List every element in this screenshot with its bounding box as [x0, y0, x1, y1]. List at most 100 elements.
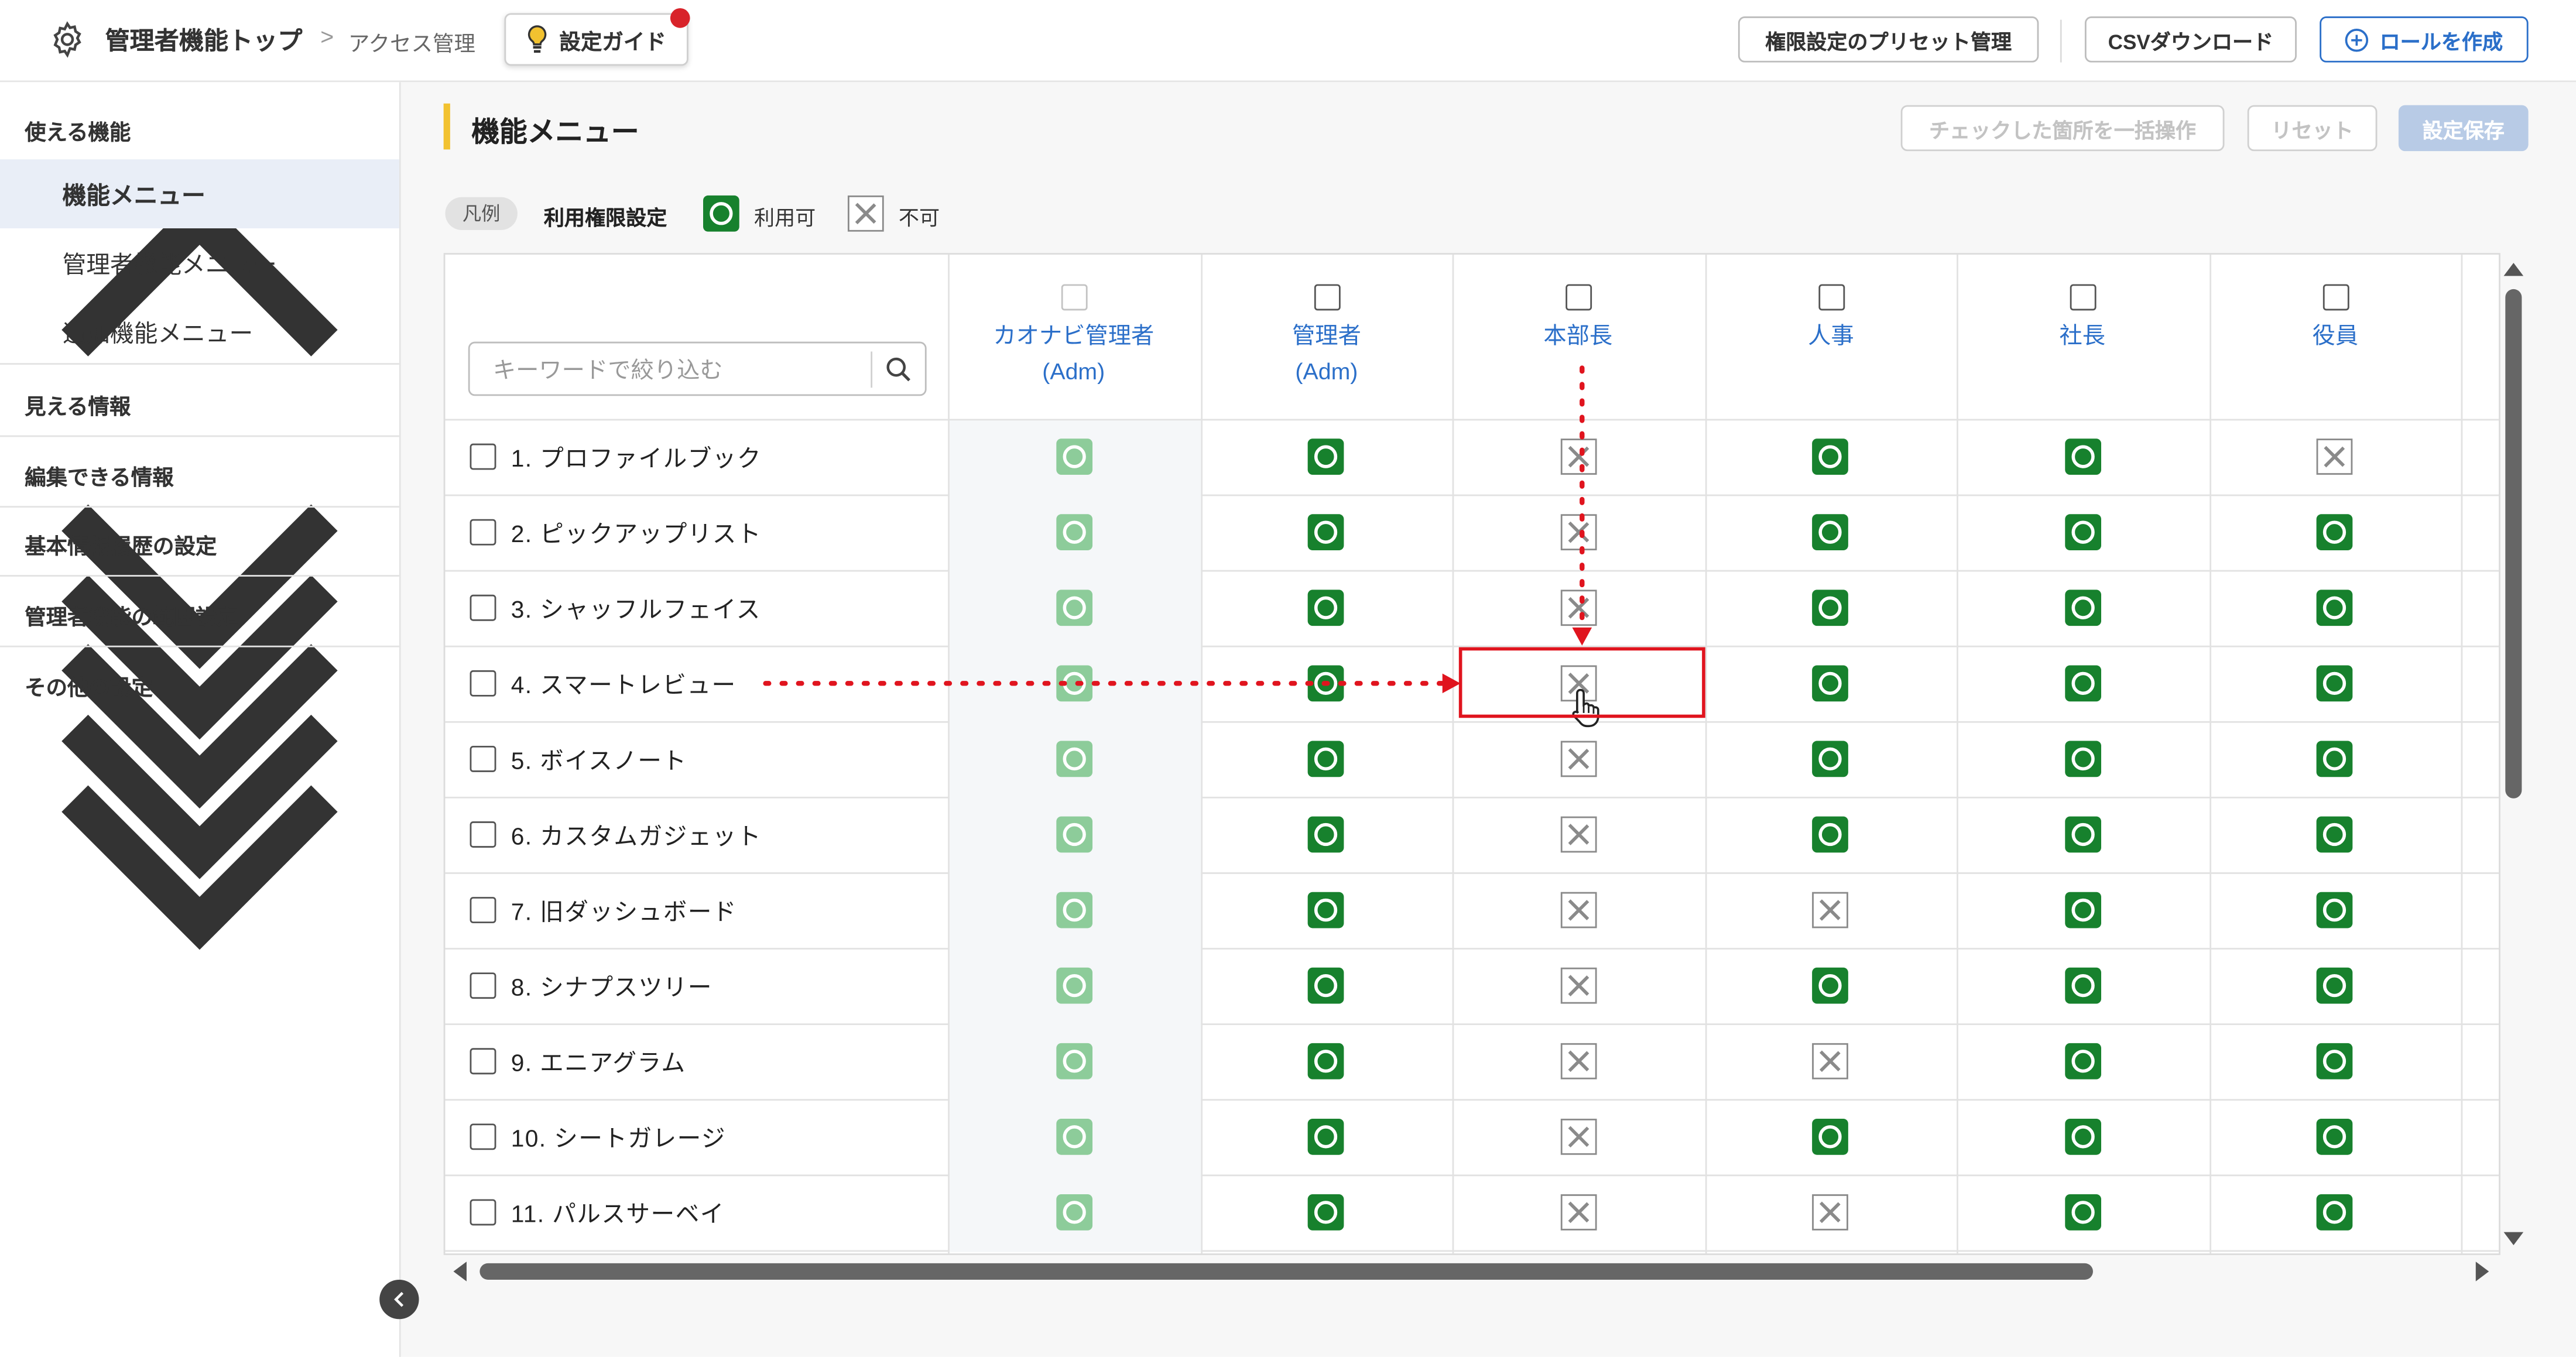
settings-guide-button[interactable]: 設定ガイド — [504, 13, 688, 66]
row-select-checkbox[interactable] — [470, 594, 496, 621]
permission-allowed-toggle[interactable] — [1812, 438, 1848, 475]
allowed-icon — [703, 195, 739, 232]
gear-icon[interactable] — [47, 20, 87, 59]
vertical-scrollbar[interactable] — [2505, 289, 2522, 799]
permission-denied-toggle[interactable] — [1812, 892, 1848, 928]
permission-allowed-toggle[interactable] — [1307, 741, 1344, 777]
row-select-checkbox[interactable] — [470, 443, 496, 470]
permission-denied-toggle[interactable] — [1812, 1043, 1848, 1080]
permission-denied-toggle[interactable] — [1560, 590, 1597, 626]
row-select-checkbox[interactable] — [470, 1123, 496, 1150]
permission-allowed-toggle[interactable] — [1307, 816, 1344, 853]
permission-denied-toggle[interactable] — [1560, 967, 1597, 1004]
column-select-checkbox[interactable] — [1314, 284, 1341, 311]
sidebar-item-feature-menu[interactable]: 機能メニュー — [0, 159, 399, 229]
permission-allowed-toggle[interactable] — [2065, 816, 2102, 853]
permission-allowed-toggle[interactable] — [1307, 438, 1344, 475]
sidebar-section-editable-info[interactable]: 編集できる情報 — [0, 438, 399, 740]
permission-allowed-toggle[interactable] — [2316, 1194, 2353, 1231]
permission-allowed-toggle[interactable] — [1307, 665, 1344, 702]
permission-allowed-toggle — [1056, 438, 1093, 475]
collapse-sidebar-button[interactable] — [379, 1279, 419, 1320]
permission-allowed-toggle[interactable] — [1812, 665, 1848, 702]
permission-allowed-toggle[interactable] — [1307, 1118, 1344, 1155]
permission-allowed-toggle[interactable] — [2316, 514, 2353, 551]
row-select-checkbox[interactable] — [470, 519, 496, 546]
permission-allowed-toggle[interactable] — [1812, 816, 1848, 853]
permission-allowed-toggle[interactable] — [1307, 514, 1344, 551]
permission-allowed-toggle[interactable] — [1812, 514, 1848, 551]
permission-allowed-toggle[interactable] — [1307, 1043, 1344, 1080]
permission-allowed-toggle[interactable] — [2065, 665, 2102, 702]
permission-allowed-toggle[interactable] — [2065, 514, 2102, 551]
permission-denied-toggle[interactable] — [1560, 1118, 1597, 1155]
column-select-checkbox[interactable] — [1566, 284, 1592, 311]
permission-allowed-toggle[interactable] — [2065, 590, 2102, 626]
row-select-checkbox[interactable] — [470, 821, 496, 848]
table-row: 9. エニアグラム — [445, 1023, 948, 1099]
sidebar-section-history-settings[interactable]: 基本情報履歴の設定 — [0, 508, 399, 809]
bulk-operation-button[interactable]: チェックした箇所を一括操作 — [1900, 105, 2225, 152]
permission-allowed-toggle[interactable] — [2065, 741, 2102, 777]
column-select-checkbox[interactable] — [1818, 284, 1845, 311]
permission-allowed-toggle[interactable] — [2065, 1118, 2102, 1155]
permission-denied-toggle[interactable] — [1560, 438, 1597, 475]
csv-download-button[interactable]: CSVダウンロード — [2084, 16, 2297, 63]
scroll-left-arrow[interactable] — [453, 1262, 467, 1281]
permission-allowed-toggle[interactable] — [2065, 1194, 2102, 1231]
sidebar-section-other-settings[interactable]: その他の設定 — [0, 649, 399, 950]
permission-denied-toggle[interactable] — [2316, 438, 2353, 475]
preset-management-button[interactable]: 権限設定のプリセット管理 — [1738, 16, 2039, 63]
scroll-right-arrow[interactable] — [2475, 1262, 2489, 1281]
permission-allowed-toggle[interactable] — [2065, 438, 2102, 475]
permission-allowed-toggle[interactable] — [2316, 665, 2353, 702]
row-select-checkbox[interactable] — [470, 745, 496, 772]
column-select-checkbox[interactable] — [2322, 284, 2349, 311]
permission-allowed-toggle[interactable] — [1812, 741, 1848, 777]
permission-allowed-toggle[interactable] — [1307, 967, 1344, 1004]
permission-allowed-toggle[interactable] — [2316, 892, 2353, 928]
scroll-up-arrow[interactable] — [2503, 262, 2524, 276]
row-select-checkbox[interactable] — [470, 1048, 496, 1075]
permission-allowed-toggle[interactable] — [1307, 892, 1344, 928]
save-settings-button[interactable]: 設定保存 — [2398, 105, 2529, 152]
permission-allowed-toggle[interactable] — [2065, 1043, 2102, 1080]
sidebar-section-admin-scope[interactable]: 管理者機能の範囲設定 — [0, 578, 399, 879]
permission-allowed-toggle[interactable] — [2316, 741, 2353, 777]
sidebar-item-additional-feature-menu[interactable]: 追加機能メニュー — [0, 297, 399, 366]
horizontal-scrollbar[interactable] — [479, 1263, 2093, 1280]
row-select-checkbox[interactable] — [470, 670, 496, 697]
permission-allowed-toggle[interactable] — [2316, 967, 2353, 1004]
permission-allowed-toggle[interactable] — [2316, 1043, 2353, 1080]
permission-denied-toggle[interactable] — [1560, 1043, 1597, 1080]
sidebar-section-visible-info[interactable]: 見える情報 — [0, 368, 399, 669]
permission-denied-toggle[interactable] — [1560, 741, 1597, 777]
keyword-search-input[interactable] — [470, 343, 868, 395]
reset-button[interactable]: リセット — [2247, 105, 2378, 152]
permission-denied-toggle[interactable] — [1812, 1194, 1848, 1231]
create-role-button[interactable]: ロールを作成 — [2320, 16, 2529, 63]
permission-denied-toggle[interactable] — [1560, 816, 1597, 853]
row-select-checkbox[interactable] — [470, 972, 496, 999]
breadcrumb-admin-top[interactable]: 管理者機能トップ — [105, 23, 303, 57]
sidebar-item-admin-feature-menu[interactable]: 管理者機能メニュー — [0, 228, 399, 297]
permission-denied-toggle[interactable] — [1560, 1194, 1597, 1231]
permission-allowed-toggle[interactable] — [2316, 816, 2353, 853]
permission-allowed-toggle[interactable] — [1812, 590, 1848, 626]
row-select-checkbox[interactable] — [470, 1199, 496, 1226]
permission-allowed-toggle[interactable] — [1812, 967, 1848, 1004]
permission-denied-toggle[interactable] — [1560, 514, 1597, 551]
permission-allowed-toggle[interactable] — [2065, 967, 2102, 1004]
permission-allowed-toggle[interactable] — [2065, 892, 2102, 928]
search-icon[interactable] — [884, 355, 914, 385]
row-select-checkbox[interactable] — [470, 897, 496, 924]
sidebar-section-usable-features[interactable]: 使える機能 — [0, 94, 399, 357]
permission-allowed-toggle[interactable] — [1307, 590, 1344, 626]
permission-allowed-toggle[interactable] — [1307, 1194, 1344, 1231]
permission-denied-toggle[interactable] — [1560, 892, 1597, 928]
scroll-down-arrow[interactable] — [2503, 1232, 2524, 1246]
permission-allowed-toggle[interactable] — [2316, 590, 2353, 626]
permission-allowed-toggle[interactable] — [2316, 1118, 2353, 1155]
column-select-checkbox[interactable] — [2070, 284, 2097, 311]
permission-allowed-toggle[interactable] — [1812, 1118, 1848, 1155]
